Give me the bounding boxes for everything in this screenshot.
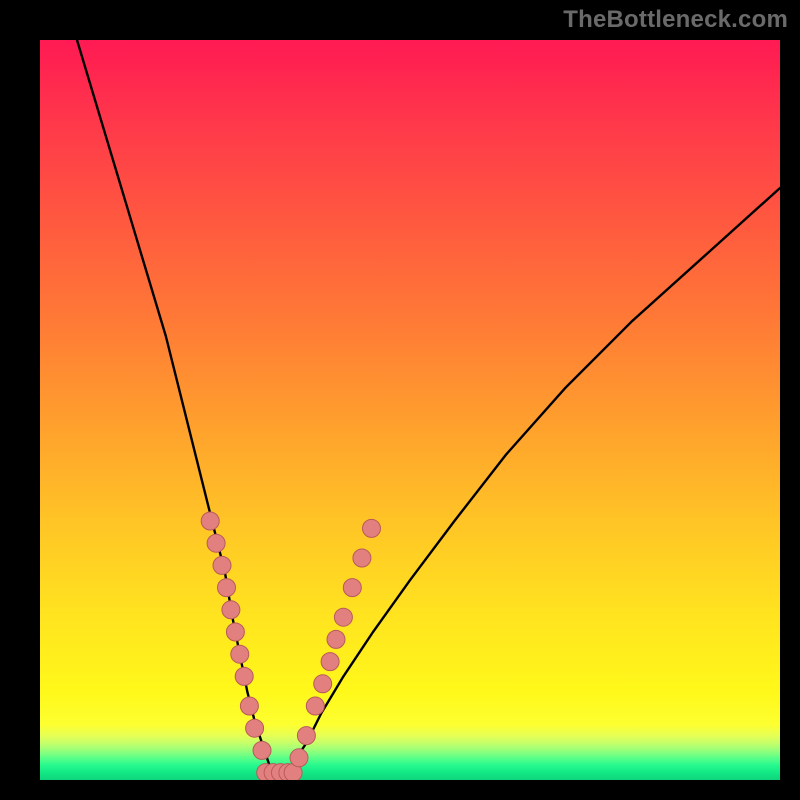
data-marker <box>235 667 253 685</box>
data-marker <box>201 512 219 530</box>
bottleneck-curve <box>77 40 780 773</box>
watermark-text: TheBottleneck.com <box>563 6 788 34</box>
data-marker <box>207 534 225 552</box>
data-marker <box>246 719 264 737</box>
data-marker <box>327 630 345 648</box>
data-marker <box>363 519 381 537</box>
data-marker <box>218 579 236 597</box>
data-marker <box>253 741 271 759</box>
data-marker <box>222 601 240 619</box>
data-marker <box>213 556 231 574</box>
plot-area <box>40 40 780 780</box>
chart-svg <box>40 40 780 780</box>
data-marker <box>314 675 332 693</box>
marker-group <box>201 512 380 780</box>
data-marker <box>297 727 315 745</box>
chart-container: TheBottleneck.com <box>0 0 800 800</box>
data-marker <box>334 608 352 626</box>
data-marker <box>353 549 371 567</box>
data-marker <box>240 697 258 715</box>
data-marker <box>226 623 244 641</box>
data-marker <box>231 645 249 663</box>
data-marker <box>321 653 339 671</box>
data-marker <box>343 579 361 597</box>
data-marker <box>306 697 324 715</box>
data-marker <box>290 749 308 767</box>
